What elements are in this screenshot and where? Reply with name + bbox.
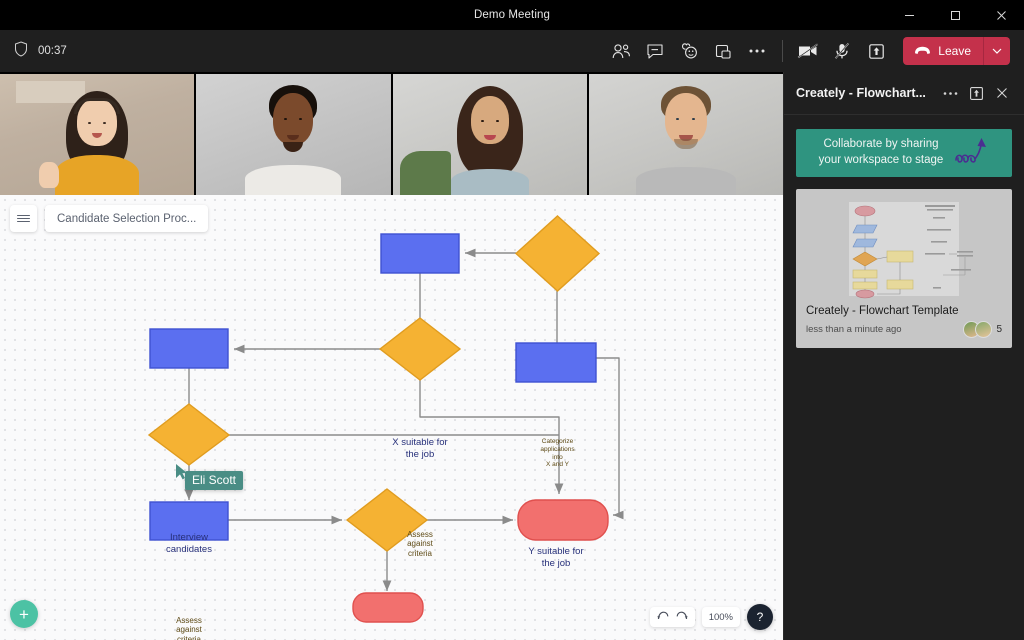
close-icon[interactable] [990, 81, 1014, 105]
collaborate-banner: Collaborate by sharing your workspace to… [796, 129, 1012, 177]
canvas-top-toolbar: Candidate Selection Proc... [10, 205, 209, 232]
cursor-pointer-icon [176, 464, 187, 480]
side-panel-title: Creately - Flowchart... [796, 86, 926, 100]
more-options-icon[interactable] [740, 36, 774, 66]
participant-tile-1[interactable] [0, 74, 195, 195]
collaborator-count: 5 [996, 324, 1002, 335]
meeting-toolbar: 00:37 Leave [0, 30, 1024, 72]
minimize-icon[interactable] [886, 0, 932, 30]
participant-tile-3[interactable] [392, 74, 587, 195]
avatar [975, 321, 993, 338]
camera-off-icon[interactable] [791, 36, 825, 66]
canvas-bottom-controls: 100% ? [649, 604, 773, 630]
flowchart-thumbnail [806, 199, 1002, 299]
shield-icon [14, 40, 28, 62]
flowchart-diagram [147, 215, 624, 623]
chevron-down-icon[interactable] [984, 37, 1010, 65]
hangup-icon [914, 44, 931, 58]
card-meta: less than a minute ago 5 [806, 321, 1002, 338]
participant-tile-2[interactable] [196, 74, 391, 195]
squiggle-arrow-icon [953, 134, 989, 173]
cursor-label: Eli Scott [185, 471, 244, 490]
card-title: Creately - Flowchart Template [806, 305, 959, 317]
chat-icon[interactable] [638, 36, 672, 66]
window-title-bar: Demo Meeting [0, 0, 1024, 30]
add-shape-button[interactable]: + [10, 600, 38, 628]
creately-canvas[interactable]: Candidate Selection Proc... X suitable f… [0, 195, 783, 640]
side-panel-divider [784, 114, 1024, 115]
participant-tile-4[interactable] [588, 74, 783, 195]
card-subtitle: less than a minute ago [806, 324, 902, 335]
shared-workspace-card[interactable]: Creately - Flowchart Template less than … [796, 189, 1012, 348]
collaborator-avatars[interactable]: 5 [963, 321, 1002, 338]
zoom-level-indicator[interactable]: 100% [701, 607, 740, 627]
more-options-icon[interactable] [938, 81, 962, 105]
collaborate-banner-text: Collaborate by sharing your workspace to… [818, 138, 944, 166]
hamburger-menu-icon[interactable] [10, 205, 37, 232]
breakout-rooms-icon[interactable] [706, 36, 740, 66]
leave-button[interactable]: Leave [903, 37, 1010, 65]
document-title[interactable]: Candidate Selection Proc... [45, 205, 209, 232]
maximize-icon[interactable] [932, 0, 978, 30]
app-side-panel: Creately - Flowchart... Collaborate by s… [783, 72, 1024, 640]
side-panel-header: Creately - Flowchart... [784, 72, 1024, 114]
undo-redo-group [649, 607, 695, 627]
share-screen-icon[interactable] [859, 36, 893, 66]
people-icon[interactable] [604, 36, 638, 66]
video-tile-strip [0, 72, 783, 195]
collaborator-cursor-eli-scott: Eli Scott [175, 463, 244, 490]
leave-label: Leave [938, 44, 971, 58]
pop-out-icon[interactable] [964, 81, 988, 105]
reactions-icon[interactable] [672, 36, 706, 66]
undo-icon[interactable] [657, 611, 669, 623]
meeting-timer: 00:37 [38, 45, 67, 57]
redo-icon[interactable] [676, 611, 688, 623]
window-controls [886, 0, 1024, 30]
help-button[interactable]: ? [747, 604, 773, 630]
window-title: Demo Meeting [474, 9, 550, 21]
toolbar-divider [782, 40, 784, 62]
close-icon[interactable] [978, 0, 1024, 30]
mic-off-icon[interactable] [825, 36, 859, 66]
